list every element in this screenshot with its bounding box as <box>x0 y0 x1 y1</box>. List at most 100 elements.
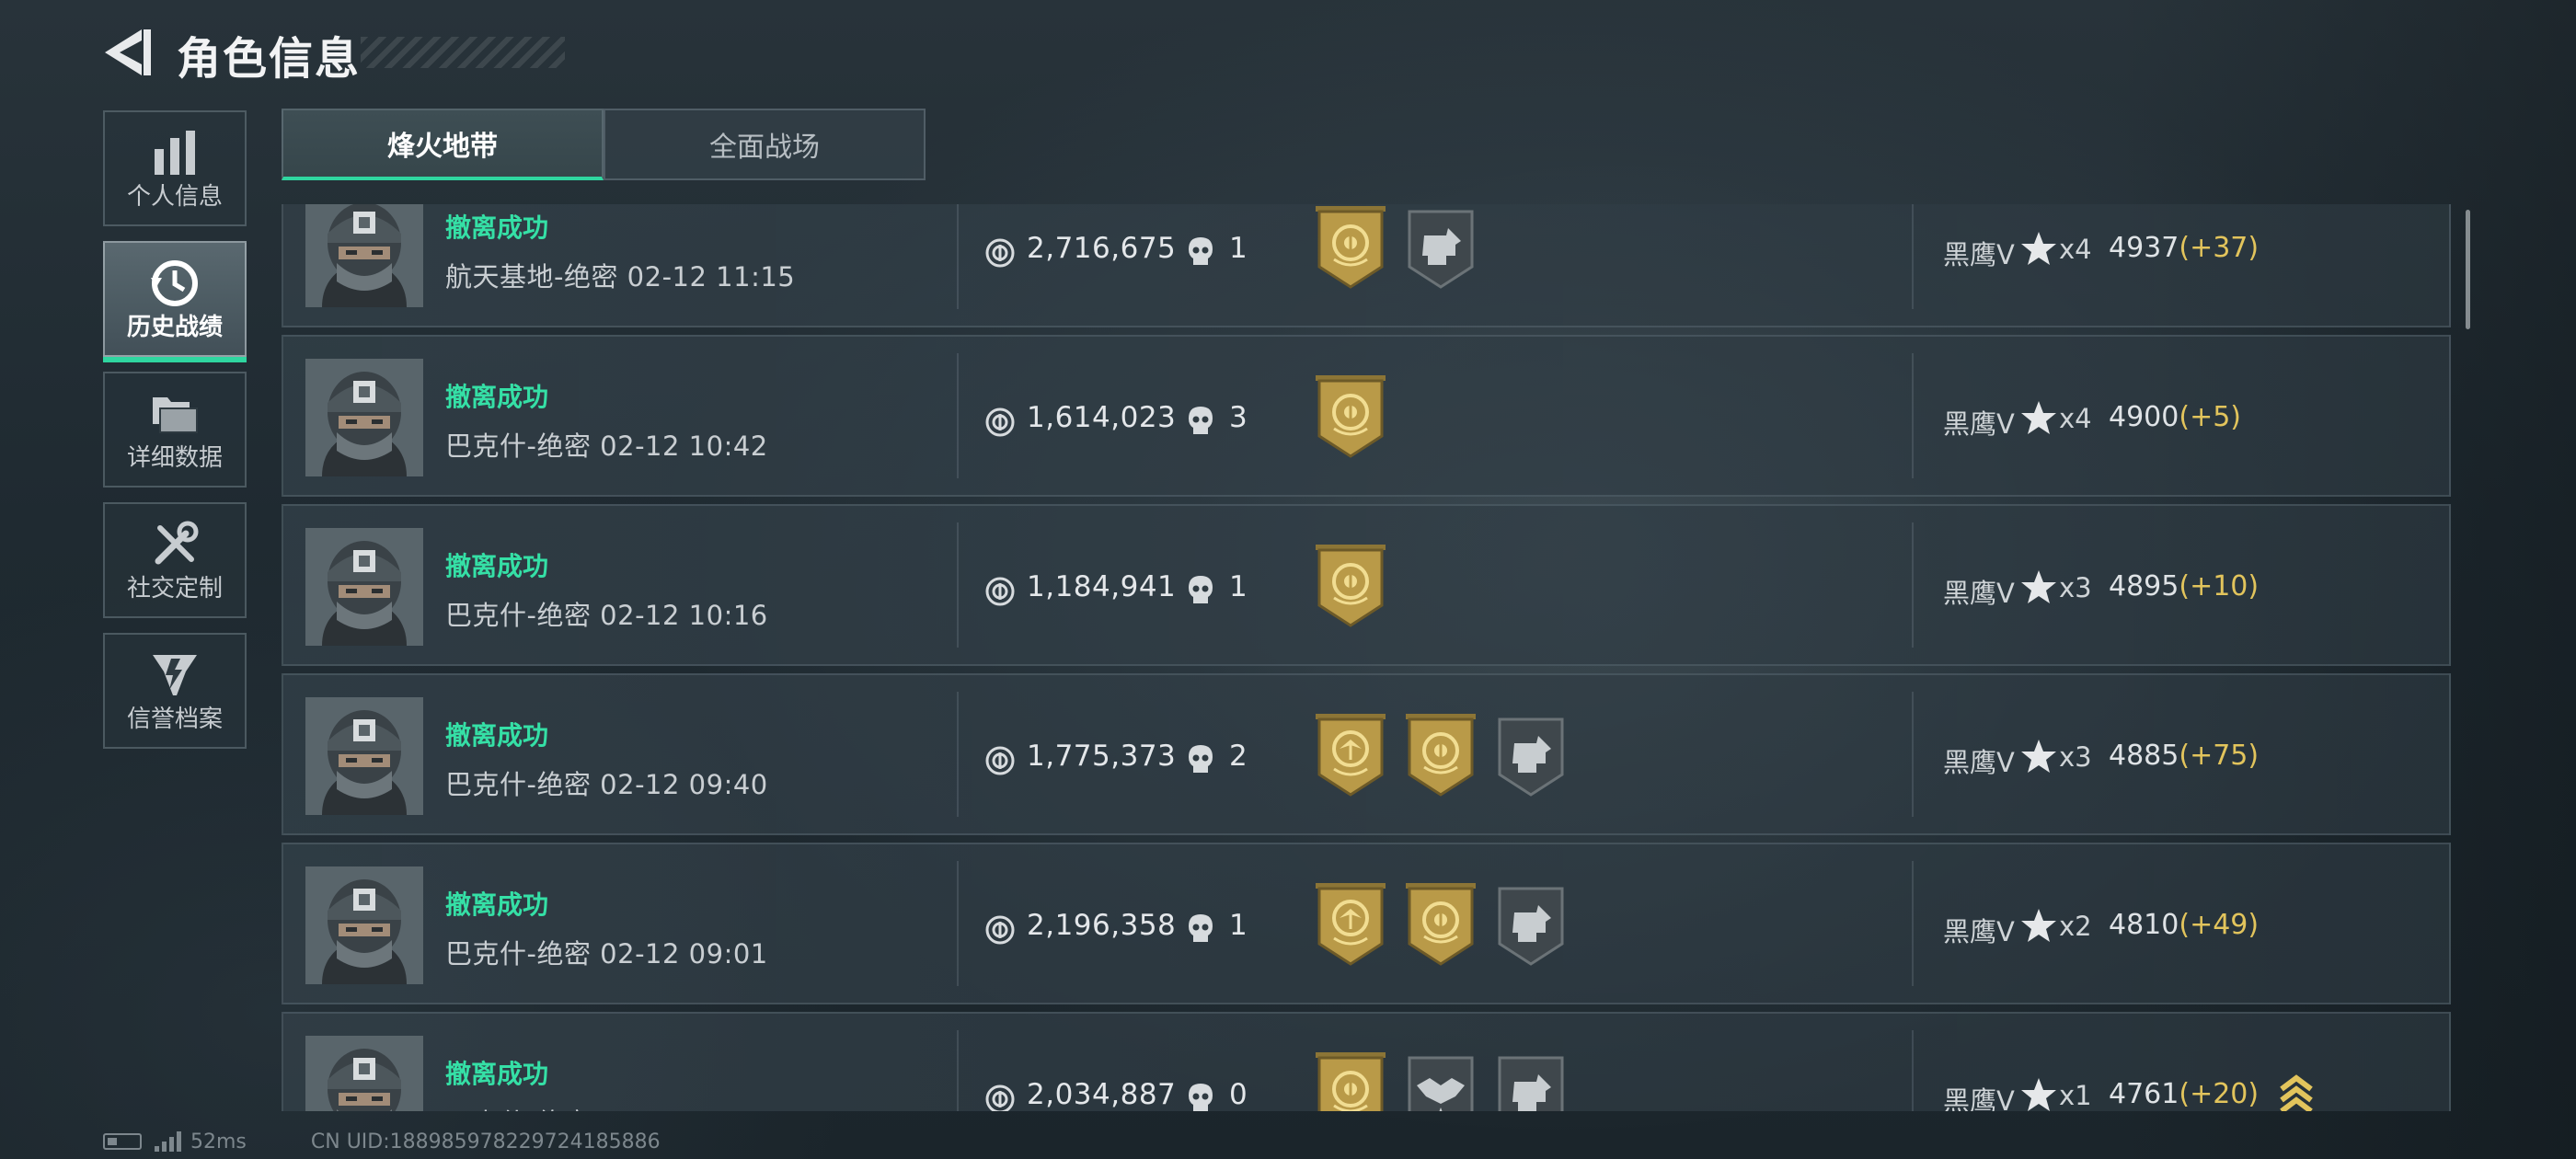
score-delta: (+5) <box>2179 401 2241 433</box>
gold-laurel-medal-icon[interactable] <box>1314 204 1387 291</box>
extraction-status: 撤离成功 <box>445 212 549 243</box>
avatar <box>305 528 423 646</box>
match-record-row[interactable]: 撤离成功 航天基地-绝密 02-12 11:15 2,716,675 1 黑鹰V x4 49… <box>282 204 2451 327</box>
divider <box>1912 692 1914 817</box>
uid-text: CN UID:188985978229724185886 <box>310 1130 661 1153</box>
tab-full-battlefield[interactable]: 全面战场 <box>604 109 926 180</box>
avatar <box>305 204 423 307</box>
score-delta: (+49) <box>2179 909 2260 941</box>
kill-count: 1 <box>1229 909 1248 942</box>
match-history-list[interactable]: 撤离成功 航天基地-绝密 02-12 11:15 2,716,675 1 黑鹰V x4 49… <box>282 204 2453 1111</box>
gold-wings-medal-icon[interactable] <box>1314 881 1387 968</box>
value-taken-out: 2,196,358 <box>1027 909 1177 942</box>
sidebar-item-social-custom[interactable]: 社交定制 <box>103 502 247 618</box>
extraction-status: 撤离成功 <box>445 889 549 920</box>
kill-count: 1 <box>1229 570 1248 603</box>
gold-laurel-medal-icon[interactable] <box>1404 881 1478 968</box>
list-scrollbar[interactable] <box>2466 210 2470 329</box>
sidebar-item-detailed-data[interactable]: 详细数据 <box>103 372 247 488</box>
operator-avatar-icon <box>305 528 423 646</box>
divider <box>957 204 959 309</box>
avatar <box>305 697 423 815</box>
star-icon <box>2021 232 2056 265</box>
currency-icon <box>985 238 1015 268</box>
divider <box>1912 1030 1914 1111</box>
score-delta: (+75) <box>2179 740 2260 772</box>
kill-count: 2 <box>1229 740 1248 773</box>
gray-handshake-badge-icon[interactable] <box>1404 1050 1478 1111</box>
gold-laurel-medal-icon[interactable] <box>1404 712 1478 798</box>
currency-icon <box>985 407 1015 437</box>
divider <box>1912 204 1914 309</box>
gold-wings-medal-icon[interactable] <box>1314 712 1387 798</box>
skull-icon <box>1189 576 1213 603</box>
skull-icon <box>1189 914 1213 942</box>
folders-icon <box>153 397 198 433</box>
sidebar-item-reputation[interactable]: 信誉档案 <box>103 633 247 749</box>
match-record-row[interactable]: 撤离成功 巴克什-绝密 02-12 10:16 1,184,941 1 黑鹰V x3 489… <box>282 504 2451 666</box>
skull-icon <box>1189 407 1213 434</box>
star-multiplier: x2 <box>2059 911 2092 942</box>
star-multiplier: x4 <box>2059 234 2092 265</box>
sidebar-item-match-history[interactable]: 历史战绩 <box>103 241 247 362</box>
star-icon <box>2021 570 2056 603</box>
star-multiplier: x4 <box>2059 403 2092 434</box>
signal-icon <box>155 1131 181 1152</box>
divider <box>1912 522 1914 648</box>
divider <box>957 353 959 478</box>
value-taken-out: 2,034,887 <box>1027 1078 1177 1111</box>
rank-score: 4761(+20) <box>2109 1078 2259 1110</box>
clock-history-icon <box>151 260 198 306</box>
map-and-time: 航天基地-绝密 02-12 11:15 <box>445 261 796 293</box>
rank-name: 黑鹰V <box>1943 239 2015 270</box>
value-taken-out: 1,184,941 <box>1027 570 1177 603</box>
match-record-row[interactable]: 撤离成功 巴克什-绝密 02-12 10:42 1,614,023 3 黑鹰V x4 490… <box>282 335 2451 497</box>
sidebar-item-label: 详细数据 <box>126 444 223 472</box>
operator-avatar-icon <box>305 204 423 307</box>
page-title: 角色信息 <box>177 33 362 85</box>
tab-hazard-zone[interactable]: 烽火地带 <box>282 109 604 180</box>
sidebar: 个人信息 历史战绩 详细数据 社交定制 信誉档案 <box>103 110 250 763</box>
value-taken-out: 1,614,023 <box>1027 401 1177 434</box>
battery-icon <box>103 1133 142 1150</box>
gold-laurel-medal-icon[interactable] <box>1314 1050 1387 1111</box>
rank-score: 4810(+49) <box>2109 909 2259 941</box>
star-multiplier: x3 <box>2059 741 2092 773</box>
gold-laurel-medal-icon[interactable] <box>1314 373 1387 460</box>
divider <box>957 1030 959 1111</box>
score-value: 4895 <box>2109 570 2179 602</box>
match-record-row[interactable]: 撤离成功 巴克什-绝密 02-12 09:01 2,196,358 1 黑鹰V x2 481… <box>282 843 2451 1004</box>
gold-laurel-medal-icon[interactable] <box>1314 543 1387 629</box>
map-and-time: 巴克什-绝密 02-12 09:01 <box>445 938 768 970</box>
gray-fist-badge-icon[interactable] <box>1404 204 1478 291</box>
sidebar-item-label: 信誉档案 <box>126 706 223 733</box>
star-icon <box>2021 401 2056 434</box>
star-multiplier: x3 <box>2059 572 2092 603</box>
rank-name: 黑鹰V <box>1943 1085 2015 1111</box>
score-value: 4761 <box>2109 1078 2179 1110</box>
gray-fist-badge-icon[interactable] <box>1494 881 1568 968</box>
rank-name: 黑鹰V <box>1943 578 2015 609</box>
sidebar-item-label: 社交定制 <box>126 575 223 602</box>
score-value: 4900 <box>2109 401 2179 433</box>
sidebar-item-personal-info[interactable]: 个人信息 <box>103 110 247 226</box>
rank-score: 4900(+5) <box>2109 401 2241 433</box>
match-record-row[interactable]: 撤离成功 巴克什-绝密 02-12 09:40 1,775,373 2 黑鹰V x3 488… <box>282 673 2451 835</box>
match-record-row[interactable]: 撤离成功巴克什-绝密 02-12 02:22 2,034,887 0 黑鹰V x1 476… <box>282 1012 2451 1111</box>
status-footer: 52ms CN UID:188985978229724185886 <box>103 1130 661 1153</box>
star-icon <box>2021 1078 2056 1111</box>
avatar <box>305 1036 423 1111</box>
gray-fist-badge-icon[interactable] <box>1494 712 1568 798</box>
divider <box>1912 861 1914 986</box>
back-button[interactable] <box>99 26 155 79</box>
extraction-status: 撤离成功 <box>445 382 549 412</box>
rank-name: 黑鹰V <box>1943 747 2015 778</box>
kill-count: 3 <box>1229 401 1248 434</box>
star-icon <box>2021 740 2056 773</box>
gray-fist-badge-icon[interactable] <box>1494 1050 1568 1111</box>
extraction-status: 撤离成功 <box>445 1059 549 1089</box>
value-taken-out: 2,716,675 <box>1027 232 1177 265</box>
mode-tabs: 烽火地带 全面战场 <box>282 109 926 180</box>
map-and-time: 巴克什-绝密 02-12 10:16 <box>445 600 768 631</box>
star-multiplier: x1 <box>2059 1080 2092 1111</box>
